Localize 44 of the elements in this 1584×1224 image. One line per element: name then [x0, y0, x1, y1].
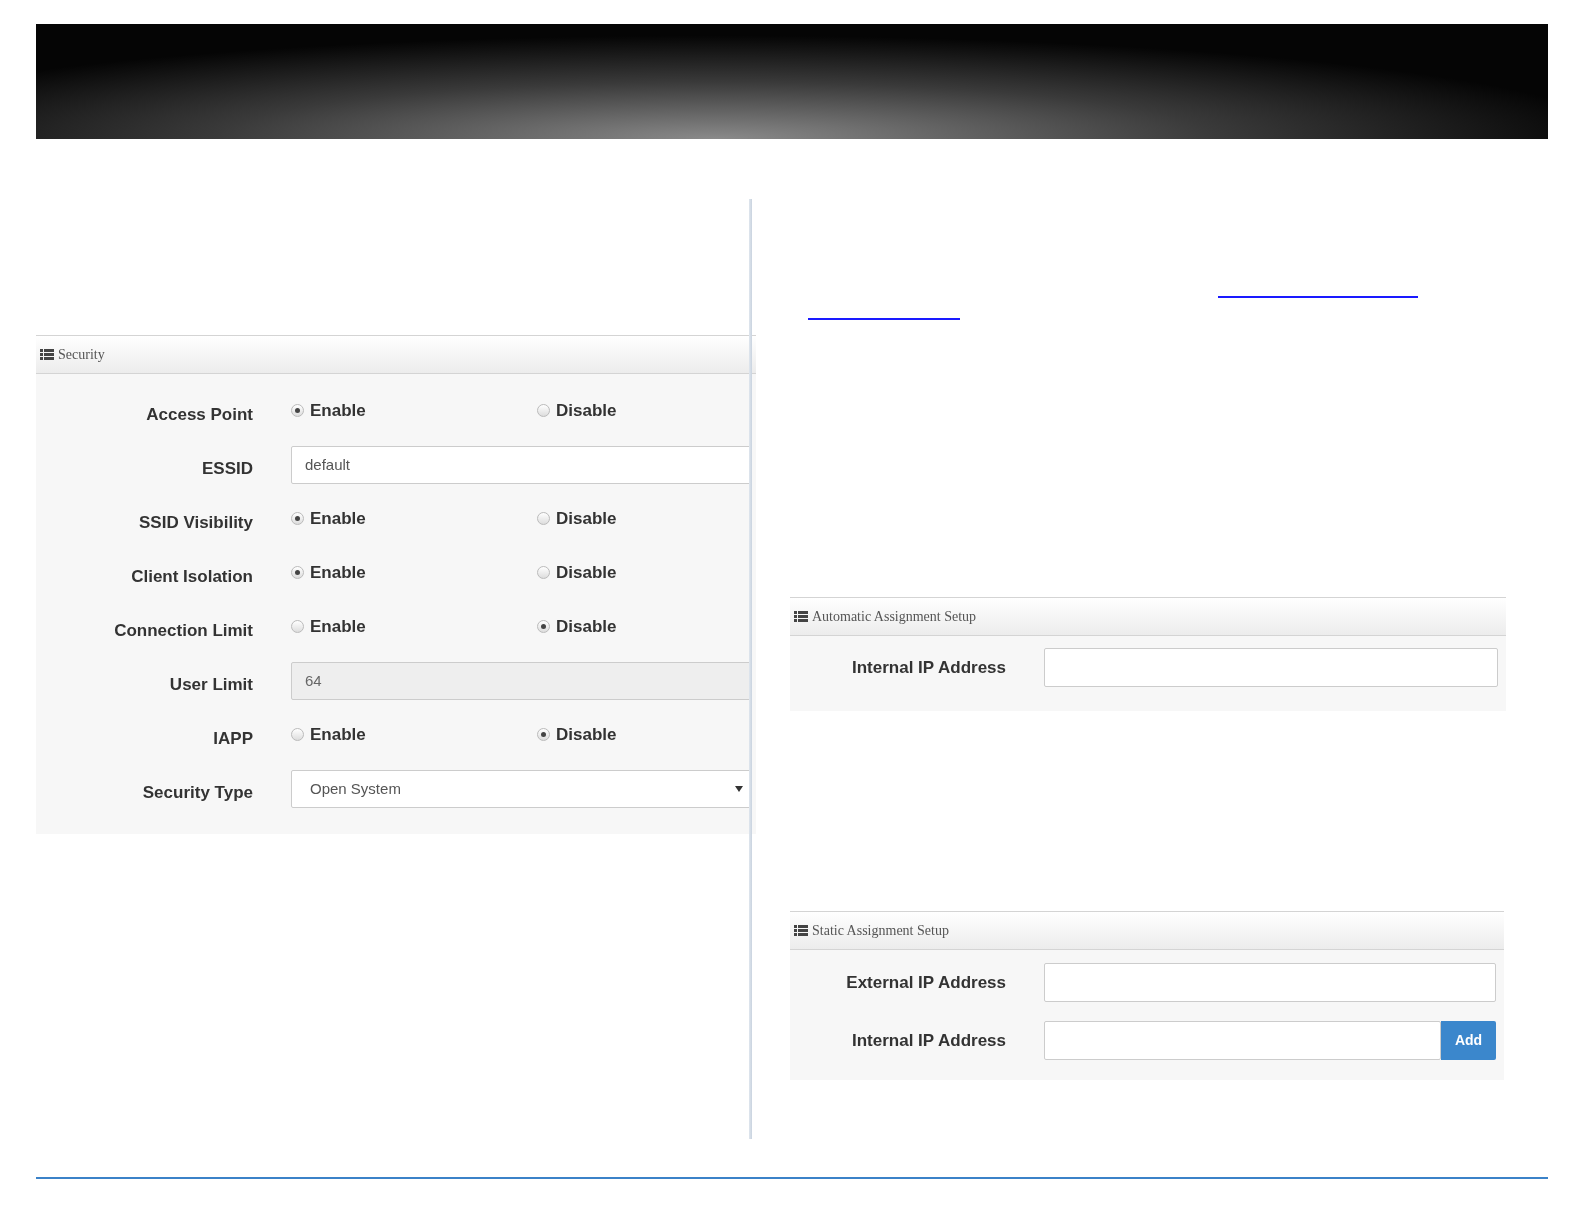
radio-option[interactable]: Enable: [291, 398, 537, 424]
radio-option[interactable]: Disable: [537, 560, 783, 586]
panel-title: Automatic Assignment Setup: [812, 608, 977, 626]
add-button[interactable]: Add: [1441, 1021, 1496, 1060]
field-label: Connection Limit: [113, 620, 253, 643]
field-label: External IP Address: [845, 971, 1006, 994]
field-label: Access Point: [145, 404, 253, 427]
select-dropdown[interactable]: Open System: [291, 770, 752, 808]
field-label: SSID Visibility: [138, 512, 253, 535]
radio-button[interactable]: [537, 565, 550, 579]
radio-button[interactable]: [291, 511, 304, 525]
input-field[interactable]: default: [291, 446, 752, 484]
panel-title: Security: [58, 346, 105, 364]
field-label: User Limit: [168, 674, 253, 697]
radio-option[interactable]: Disable: [537, 506, 783, 532]
radio-button[interactable]: [537, 619, 550, 633]
field-label: Internal IP Address: [851, 656, 1006, 679]
radio-option[interactable]: Disable: [537, 722, 783, 748]
radio-button[interactable]: [537, 727, 550, 741]
list-icon: [794, 925, 808, 936]
field-label: Internal IP Address: [851, 1029, 1006, 1052]
list-icon: [40, 349, 54, 360]
panel-title: Static Assignment Setup: [812, 922, 949, 940]
radio-button[interactable]: [537, 511, 550, 525]
radio-option[interactable]: Enable: [291, 506, 537, 532]
radio-button[interactable]: [537, 403, 550, 417]
caret-icon: [735, 786, 743, 792]
radio-button[interactable]: [291, 619, 304, 633]
radio-option[interactable]: Enable: [291, 614, 537, 640]
input-field[interactable]: [1044, 963, 1496, 1002]
radio-option[interactable]: Disable: [537, 398, 783, 424]
input-field[interactable]: [1044, 1021, 1441, 1060]
field-label: ESSID: [200, 458, 253, 481]
field-label: Security Type: [141, 782, 253, 805]
field-label: IAPP: [212, 728, 253, 751]
field-label: Client Isolation: [130, 566, 253, 589]
radio-button[interactable]: [291, 727, 304, 741]
radio-button[interactable]: [291, 565, 304, 579]
list-icon: [794, 611, 808, 622]
input-field[interactable]: [1044, 648, 1498, 687]
radio-button[interactable]: [291, 403, 304, 417]
radio-option[interactable]: Enable: [291, 560, 537, 586]
radio-option[interactable]: Disable: [537, 614, 783, 640]
radio-option[interactable]: Enable: [291, 722, 537, 748]
